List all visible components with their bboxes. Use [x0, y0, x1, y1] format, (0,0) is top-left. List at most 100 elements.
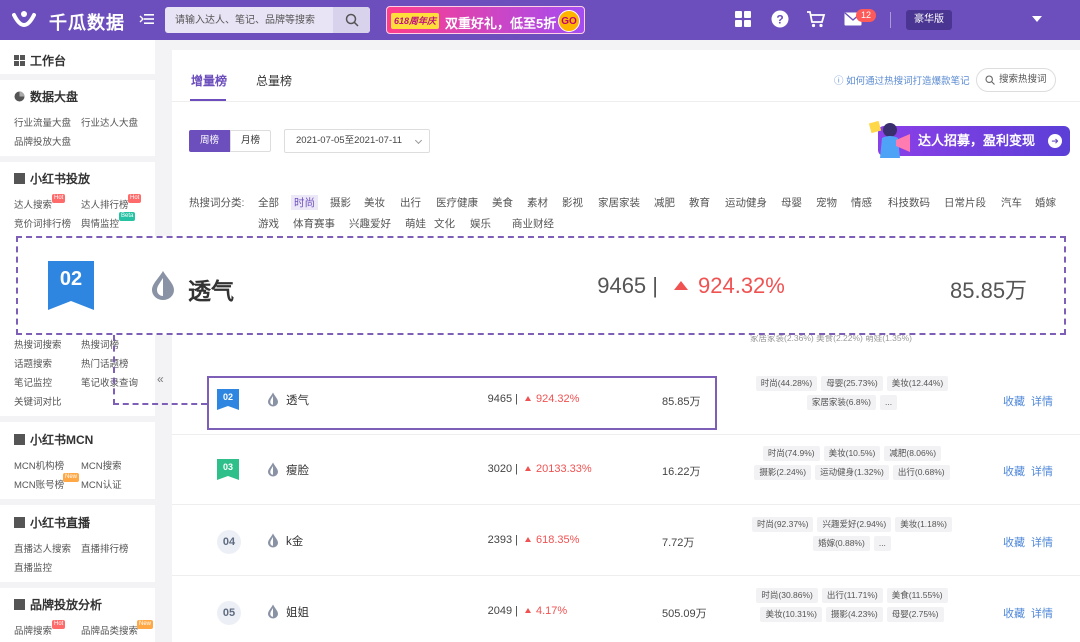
category-share-tag: 美妆(10.31%)	[760, 607, 822, 622]
category-categories_row1-16[interactable]: 科技数码	[888, 195, 930, 210]
apps-grid-icon[interactable]	[734, 10, 752, 28]
promo-go-button[interactable]: GO	[558, 10, 580, 32]
sidebar-item-live-monitor[interactable]: 直播监控	[14, 560, 52, 574]
keyword-name[interactable]: k金	[286, 533, 303, 549]
sidebar-item-mcn-org-rank[interactable]: MCN机构榜	[14, 458, 64, 472]
section-title: 数据大盘	[30, 90, 79, 104]
detail-button[interactable]: 详情	[1031, 393, 1053, 409]
menu-toggle-icon[interactable]	[139, 11, 155, 27]
category-categories_row1-0[interactable]: 全部	[258, 195, 279, 210]
growth-rate: 924.32%	[525, 393, 579, 405]
category-categories_row2-3[interactable]: 萌娃	[405, 216, 426, 231]
rank-tabs: 增量榜 总量榜 ⓘ 如何通过热搜词打造爆款笔记 搜索热搜词	[172, 50, 1080, 102]
user-menu-caret-icon[interactable]	[1032, 16, 1042, 22]
sidebar-item-brand-ads[interactable]: 品牌投放大盘	[14, 134, 71, 148]
rank-number: 03	[223, 462, 233, 472]
search-count: 2393 |	[487, 534, 518, 546]
category-categories_row1-4[interactable]: 出行	[400, 195, 421, 210]
favorite-button[interactable]: 收藏	[1003, 393, 1025, 409]
sidebar-item-mcn-certify[interactable]: MCN认证	[81, 477, 122, 491]
sidebar-item-live-rank[interactable]: 直播排行榜	[81, 541, 129, 555]
growth-rate: 4.17%	[525, 605, 567, 617]
category-categories_row1-7[interactable]: 素材	[527, 195, 548, 210]
favorite-button[interactable]: 收藏	[1003, 605, 1025, 621]
sidebar-item-hot-topic-rank[interactable]: 热门话题榜	[81, 356, 129, 370]
date-range-select[interactable]: 2021-07-05至2021-07-11	[284, 129, 430, 153]
category-categories_row1-8[interactable]: 影视	[562, 195, 583, 210]
category-categories_row1-17[interactable]: 日常片段	[944, 195, 986, 210]
sidebar-item-keyword-compare[interactable]: 关键词对比	[14, 394, 62, 408]
category-categories_row1-5[interactable]: 医疗健康	[436, 195, 478, 210]
category-categories_row2-0[interactable]: 游戏	[258, 216, 279, 231]
category-categories_row1-1[interactable]: 时尚	[291, 195, 318, 210]
favorite-button[interactable]: 收藏	[1003, 534, 1025, 550]
tab-total[interactable]: 总量榜	[256, 72, 292, 89]
recruit-banner[interactable]: 达人招募，盈利变现 ➜	[866, 118, 1074, 160]
sidebar-item-brand-category-search[interactable]: 品牌品类搜索	[81, 623, 138, 637]
dashboard-icon	[14, 55, 25, 66]
brand-name[interactable]: 千瓜数据	[49, 9, 125, 35]
howto-link[interactable]: ⓘ 如何通过热搜词打造爆款笔记	[834, 73, 970, 87]
sidebar-item-live-influencer-search[interactable]: 直播达人搜索	[14, 541, 71, 555]
rank-ribbon-icon: 02	[217, 389, 239, 410]
sidebar-collapse-button[interactable]: «	[157, 372, 164, 386]
logo-icon[interactable]	[12, 9, 36, 31]
category-categories_row1-10[interactable]: 减肥	[654, 195, 675, 210]
weekly-toggle[interactable]: 周榜	[189, 130, 230, 152]
monthly-toggle[interactable]: 月榜	[230, 130, 271, 152]
sidebar-item-note-inclusion[interactable]: 笔记收录查询	[81, 375, 138, 389]
sidebar-item-hotword-search[interactable]: 热搜词搜索	[14, 337, 62, 351]
category-share-tag: 减肥(8.06%)	[884, 446, 942, 461]
section-title: 小红书投放	[30, 172, 91, 186]
edition-badge[interactable]: 豪华版	[906, 10, 952, 30]
category-categories_row1-13[interactable]: 母婴	[781, 195, 802, 210]
sidebar-item-note-monitor[interactable]: 笔记监控	[14, 375, 52, 389]
mag-rank: 02	[60, 268, 82, 290]
sidebar-item-industry-influencers[interactable]: 行业达人大盘	[81, 115, 138, 129]
category-categories_row1-6[interactable]: 美食	[492, 195, 513, 210]
sidebar-item-influencer-rank[interactable]: 达人排行榜	[81, 197, 129, 211]
category-categories_row1-14[interactable]: 宠物	[816, 195, 837, 210]
category-categories_row1-11[interactable]: 教育	[689, 195, 710, 210]
sidebar-item-bidword-rank[interactable]: 竞价词排行榜	[14, 216, 71, 230]
sidebar-workbench[interactable]: 工作台	[14, 52, 66, 69]
category-categories_row2-2[interactable]: 兴趣爱好	[349, 216, 391, 231]
sidebar-item-mcn-search[interactable]: MCN搜索	[81, 458, 122, 472]
keyword-name[interactable]: 姐姐	[286, 604, 309, 620]
detail-button[interactable]: 详情	[1031, 605, 1053, 621]
category-categories_row2-4[interactable]: 文化	[434, 216, 455, 231]
sidebar-item-influencer-search[interactable]: 达人搜索	[14, 197, 52, 211]
cart-icon[interactable]	[806, 10, 826, 28]
detail-button[interactable]: 详情	[1031, 463, 1053, 479]
sidebar-item-topic-search[interactable]: 话题搜索	[14, 356, 52, 370]
promo-banner[interactable]: 618周年庆 双重好礼，低至5折 GO	[386, 6, 585, 34]
search-input[interactable]	[165, 7, 333, 33]
favorite-button[interactable]: 收藏	[1003, 463, 1025, 479]
category-categories_row1-3[interactable]: 美妆	[364, 195, 385, 210]
global-search	[165, 7, 370, 33]
header-divider	[890, 12, 891, 28]
sidebar-separator	[0, 416, 155, 422]
sidebar-separator	[0, 74, 155, 80]
category-categories_row1-15[interactable]: 情感	[851, 195, 872, 210]
category-categories_row1-9[interactable]: 家居家装	[598, 195, 640, 210]
category-categories_row1-12[interactable]: 运动健身	[725, 195, 767, 210]
category-categories_row2-5[interactable]: 娱乐	[470, 216, 491, 231]
hot-search-button[interactable]: 搜索热搜词	[976, 68, 1056, 92]
search-button[interactable]	[333, 7, 370, 33]
category-categories_row1-18[interactable]: 汽车	[1001, 195, 1022, 210]
sidebar-item-brand-search[interactable]: 品牌搜索	[14, 623, 52, 637]
keyword-name[interactable]: 瘦脸	[286, 462, 309, 478]
sidebar-item-industry-traffic[interactable]: 行业流量大盘	[14, 115, 71, 129]
keyword-name[interactable]: 透气	[286, 392, 309, 408]
category-categories_row2-6[interactable]: 商业财经	[512, 216, 554, 231]
sidebar-item-sentiment-monitor[interactable]: 舆情监控	[81, 216, 119, 230]
help-icon[interactable]: ?	[771, 10, 789, 28]
category-categories_row2-1[interactable]: 体育赛事	[293, 216, 335, 231]
detail-button[interactable]: 详情	[1031, 534, 1053, 550]
category-categories_row1-2[interactable]: 摄影	[330, 195, 351, 210]
category-share-tag: 美妆(12.44%)	[886, 376, 949, 391]
tab-incremental[interactable]: 增量榜	[191, 72, 227, 89]
category-categories_row1-19[interactable]: 婚嫁	[1035, 195, 1056, 210]
sidebar-item-mcn-account-rank[interactable]: MCN账号榜	[14, 477, 64, 491]
